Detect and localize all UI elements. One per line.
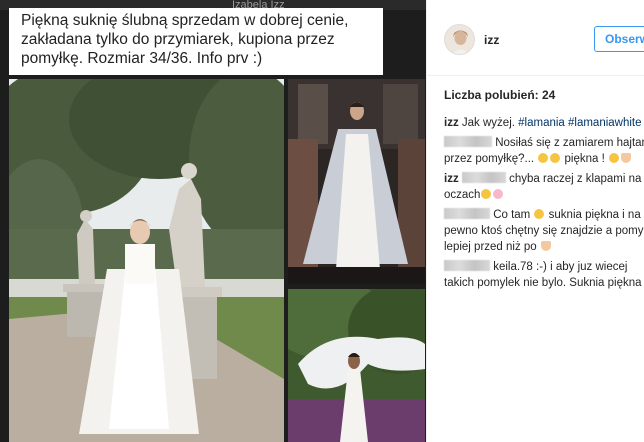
comment-text: takich pomylek nie bylo. Suknia piękna bbox=[444, 277, 642, 289]
hand-emoji-icon bbox=[540, 241, 551, 251]
comment: Co tam suknia piękna i na pewno ktoś chę… bbox=[444, 207, 644, 255]
emoji-icon bbox=[550, 153, 561, 163]
caption-line: pomyłkę. Rozmiar 34/36. Info prv :) bbox=[21, 50, 263, 67]
emoji-icon bbox=[493, 189, 504, 199]
emoji-icon bbox=[534, 209, 545, 219]
comment-text: Co tam bbox=[490, 209, 534, 221]
comment-text: chyba raczej z klapami na bbox=[505, 173, 642, 185]
hand-emoji-icon bbox=[621, 153, 631, 163]
comment: izz chyba raczej z klapami na oczach bbox=[444, 171, 644, 203]
photo-field-bride bbox=[288, 289, 425, 442]
caption-line: Piękną suknię ślubną sprzedam w dobrej c… bbox=[21, 12, 349, 29]
blurred-text bbox=[461, 172, 506, 183]
comment-author[interactable]: izz bbox=[444, 117, 459, 129]
emoji-icon bbox=[538, 153, 549, 163]
comment-text: przez pomyłkę?... bbox=[444, 153, 538, 165]
photo-garden-bride bbox=[9, 79, 284, 442]
likes-count[interactable]: Liczba polubień: 24 bbox=[444, 88, 555, 102]
comment-text: pewno ktoś chętny się znajdzie a pomy bbox=[444, 225, 644, 237]
caption-line: zakładana tylko do przymiarek, kupiona p… bbox=[21, 31, 335, 48]
post-header: izz Obserwuj bbox=[427, 0, 644, 76]
post-caption-overlay: Piękną suknię ślubną sprzedam w dobrej c… bbox=[9, 8, 383, 75]
comment-text: oczach bbox=[444, 189, 481, 201]
photo-runway-bride bbox=[288, 79, 425, 284]
comment: izz Jak wyżej. #lamania #lamaniawhite bbox=[444, 115, 644, 131]
comment: Nosiłaś się z zamiarem hajtania przez po… bbox=[444, 135, 644, 167]
follow-button[interactable]: Obserwuj bbox=[594, 26, 644, 52]
blurred-author bbox=[444, 208, 490, 219]
comment-text: keila.78 :-) i aby juz wiecej bbox=[490, 261, 628, 273]
avatar[interactable] bbox=[444, 24, 475, 55]
comment-text: lepiej przed niż po bbox=[444, 241, 540, 253]
comments-list: izz Jak wyżej. #lamania #lamaniawhite No… bbox=[444, 115, 644, 295]
blurred-author bbox=[444, 260, 490, 271]
emoji-icon bbox=[481, 189, 492, 199]
blurred-author bbox=[444, 136, 492, 147]
comment-text: Nosiłaś się z zamiarem hajtania bbox=[492, 137, 644, 149]
comment-text: suknia piękna i na bbox=[545, 209, 641, 221]
username[interactable]: izz bbox=[484, 33, 499, 47]
comment-text: Jak wyżej. bbox=[458, 117, 519, 129]
post-image: Izabela Izz Piękną suknię ślubną sprzeda… bbox=[0, 0, 426, 442]
hashtags[interactable]: #lamania #lamaniawhite bbox=[518, 117, 641, 129]
comment-author[interactable]: izz bbox=[444, 173, 459, 185]
comment-text: piękna ! bbox=[561, 153, 608, 165]
emoji-icon bbox=[609, 153, 619, 163]
post-sidebar: izz Obserwuj Liczba polubień: 24 izz Jak… bbox=[426, 0, 644, 442]
comment: keila.78 :-) i aby juz wiecej takich pom… bbox=[444, 259, 644, 291]
